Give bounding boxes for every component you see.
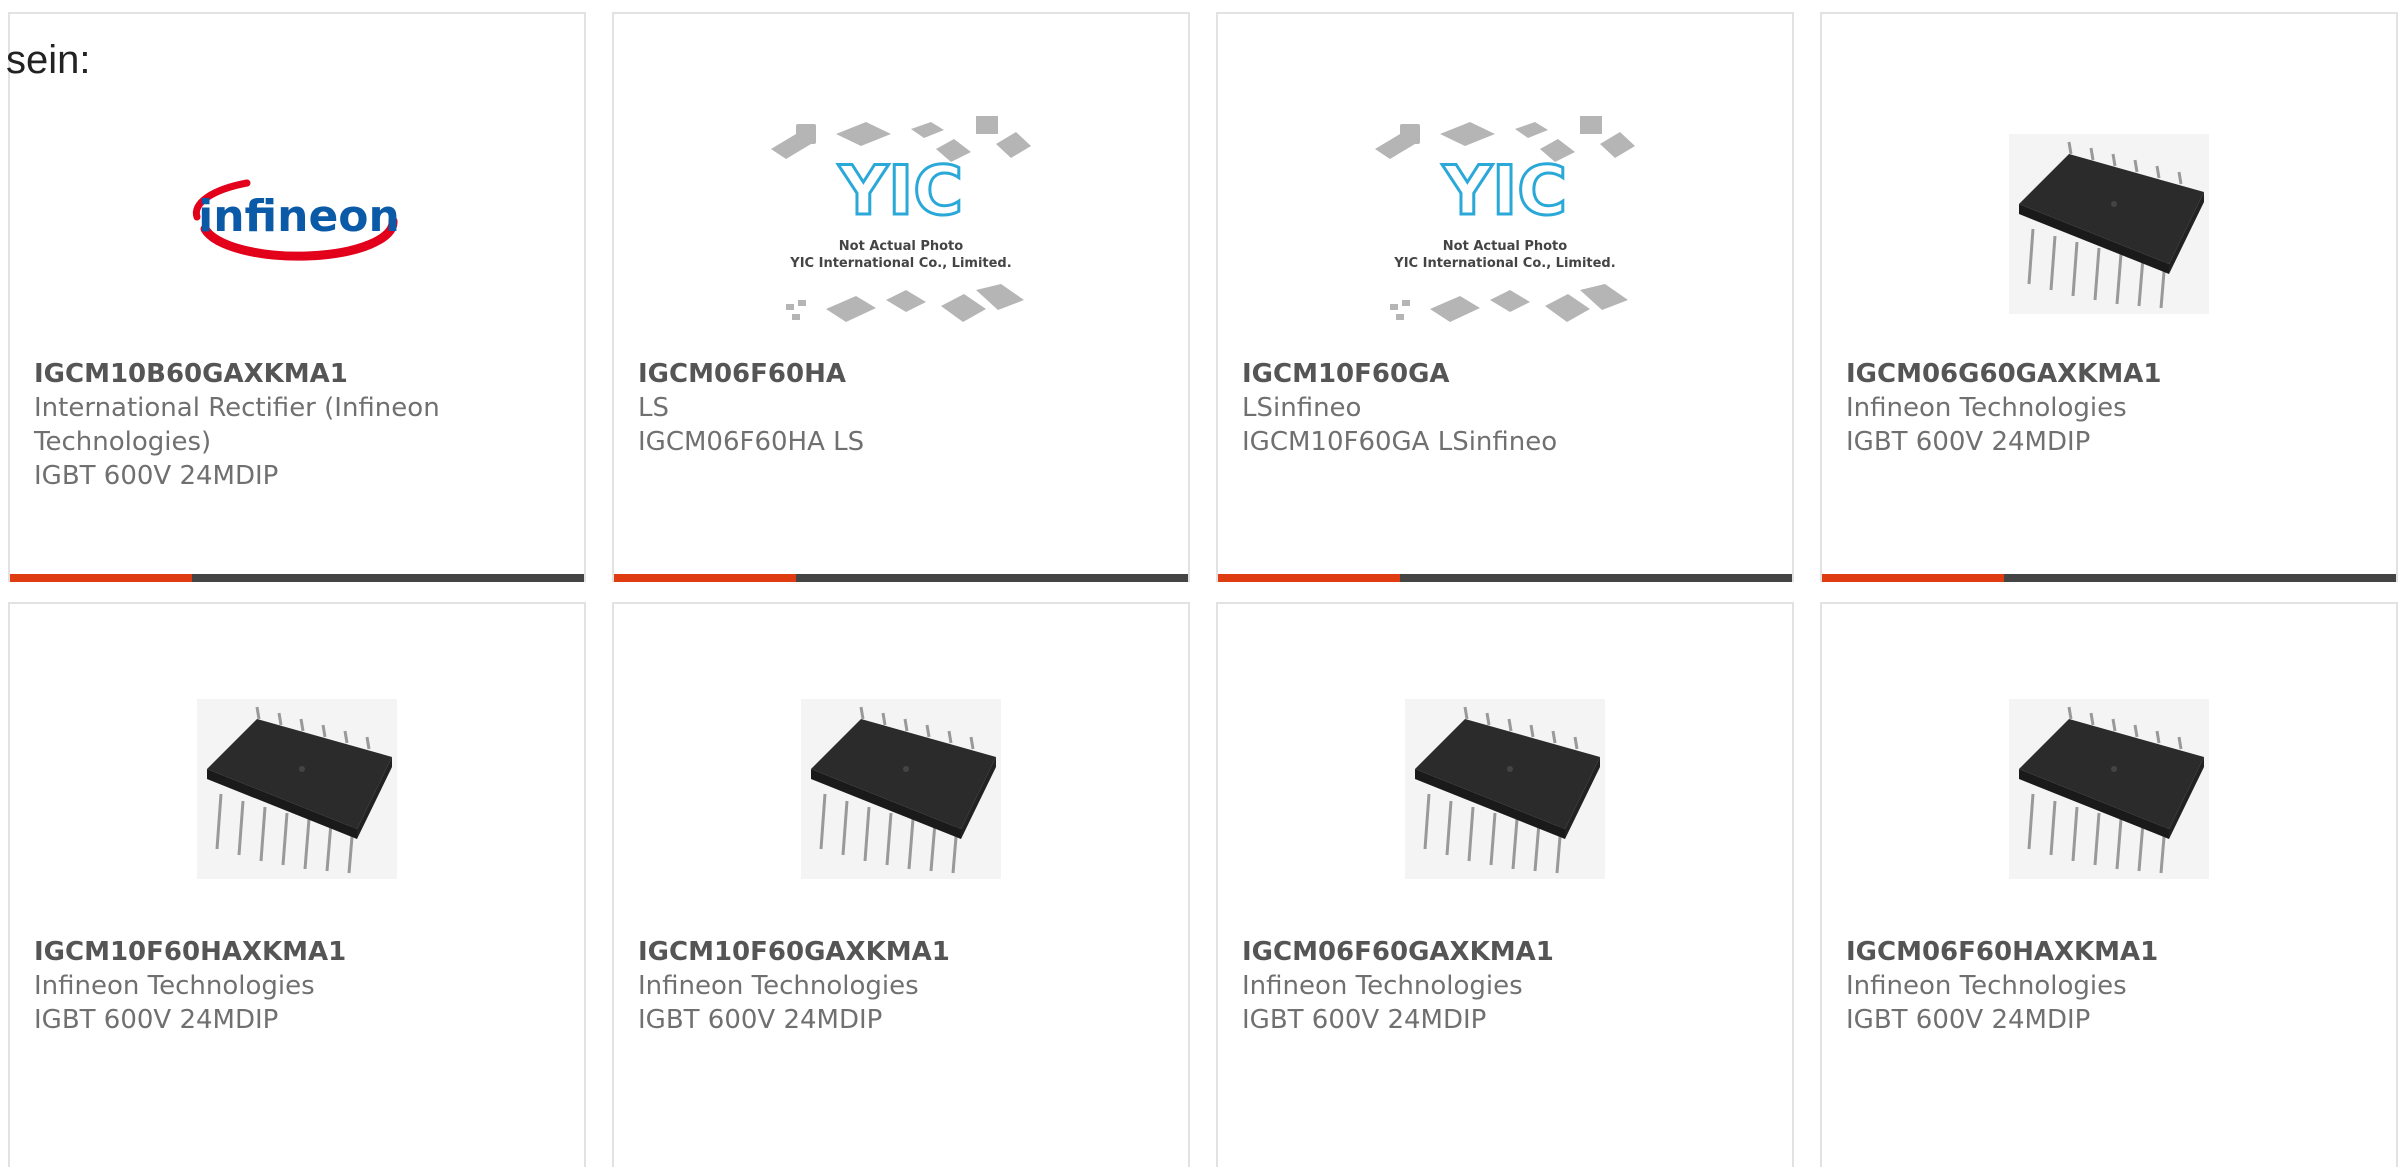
intro-text: sein: [6, 38, 91, 82]
product-image-chip-photo[interactable] [1822, 94, 2396, 354]
product-image-chip-photo[interactable] [1218, 669, 1792, 909]
product-image-yic-placeholder[interactable]: YIC Not Actual Photo YIC International C… [1218, 94, 1792, 354]
svg-text:YIC: YIC [1442, 152, 1567, 231]
product-image-chip-photo[interactable] [10, 669, 584, 909]
product-image-yic-placeholder[interactable]: YIC Not Actual Photo YIC International C… [614, 94, 1188, 354]
card-bar [1218, 574, 1792, 582]
card-bar-accent [10, 574, 192, 582]
svg-text:YIC: YIC [838, 152, 963, 231]
product-card[interactable]: IGCM06F60HAXKMA1 Infineon Technologies I… [1820, 602, 2398, 1167]
product-name[interactable]: IGCM06F60HA [638, 357, 1168, 391]
product-maker: Infineon Technologies [1846, 971, 2127, 1001]
logo-text: infineon [198, 191, 400, 242]
product-maker: Infineon Technologies [34, 971, 315, 1001]
product-desc: IGBT 600V 24MDIP [638, 1005, 883, 1035]
product-image-chip-photo[interactable] [1822, 669, 2396, 909]
card-bar-accent [1218, 574, 1400, 582]
chip-image [2009, 134, 2209, 314]
product-desc: IGCM06F60HA LS [638, 427, 865, 457]
card-bar-accent [1822, 574, 2004, 582]
product-maker: Infineon Technologies [638, 971, 919, 1001]
yic-placeholder-image: YIC Not Actual Photo YIC International C… [1375, 116, 1635, 322]
card-bar-accent [614, 574, 796, 582]
product-card[interactable]: IGCM06G60GAXKMA1 Infineon Technologies I… [1820, 12, 2398, 582]
product-name[interactable]: IGCM06F60HAXKMA1 [1846, 935, 2376, 969]
product-desc: IGCM10F60GA LSinfineo [1242, 427, 1558, 457]
product-maker: Infineon Technologies [1846, 393, 2127, 423]
product-desc: IGBT 600V 24MDIP [34, 1005, 279, 1035]
product-maker: International Rectifier (Infineon Techno… [34, 393, 440, 457]
placeholder-line1: Not Actual Photo [1443, 239, 1567, 254]
chip-image [801, 699, 1001, 879]
product-desc: IGBT 600V 24MDIP [1846, 427, 2091, 457]
product-name[interactable]: IGCM10F60GA [1242, 357, 1772, 391]
product-image-chip-photo[interactable] [614, 669, 1188, 909]
product-card[interactable]: YIC Not Actual Photo YIC International C… [1216, 12, 1794, 582]
product-maker: LSinfineo [1242, 393, 1362, 423]
product-card[interactable]: IGCM06F60GAXKMA1 Infineon Technologies I… [1216, 602, 1794, 1167]
product-name[interactable]: IGCM10B60GAXKMA1 [34, 357, 564, 391]
product-card[interactable]: IGCM10F60HAXKMA1 Infineon Technologies I… [8, 602, 586, 1167]
product-card[interactable]: IGCM10F60GAXKMA1 Infineon Technologies I… [612, 602, 1190, 1167]
product-card[interactable]: YIC Not Actual Photo YIC International C… [612, 12, 1190, 582]
placeholder-line2: YIC International Co., Limited. [789, 256, 1011, 271]
card-bar [614, 574, 1188, 582]
product-image-infineon-logo[interactable]: infineon [10, 94, 584, 354]
chip-image [2009, 699, 2209, 879]
product-card[interactable]: infineon IGCM10B60GAXKMA1 International … [8, 12, 586, 582]
product-maker: LS [638, 393, 669, 423]
product-desc: IGBT 600V 24MDIP [34, 461, 279, 491]
product-desc: IGBT 600V 24MDIP [1846, 1005, 2091, 1035]
chip-image [197, 699, 397, 879]
product-maker: Infineon Technologies [1242, 971, 1523, 1001]
card-bar [1822, 574, 2396, 582]
product-desc: IGBT 600V 24MDIP [1242, 1005, 1487, 1035]
product-name[interactable]: IGCM06F60GAXKMA1 [1242, 935, 1772, 969]
product-name[interactable]: IGCM10F60HAXKMA1 [34, 935, 564, 969]
product-name[interactable]: IGCM06G60GAXKMA1 [1846, 357, 2376, 391]
product-name[interactable]: IGCM10F60GAXKMA1 [638, 935, 1168, 969]
placeholder-line1: Not Actual Photo [839, 239, 963, 254]
placeholder-line2: YIC International Co., Limited. [1393, 256, 1615, 271]
card-bar [10, 574, 584, 582]
infineon-logo-image: infineon [192, 179, 400, 261]
chip-image [1405, 699, 1605, 879]
yic-placeholder-image: YIC Not Actual Photo YIC International C… [771, 116, 1031, 322]
